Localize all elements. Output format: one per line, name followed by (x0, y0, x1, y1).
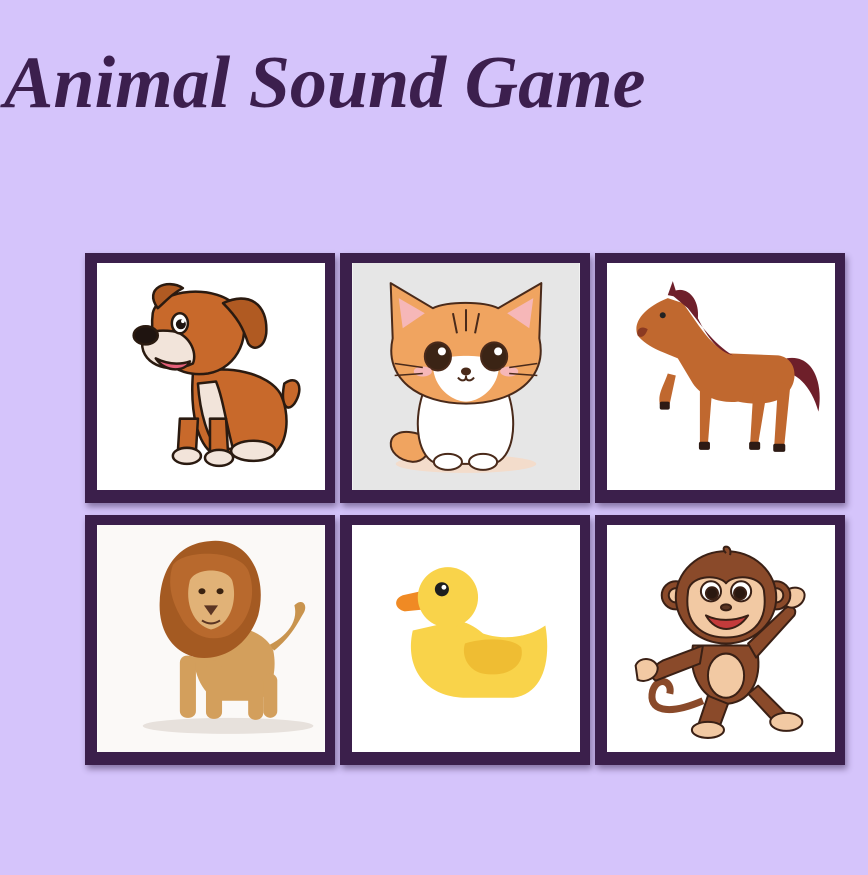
game-title: Animal Sound Game (4, 42, 646, 124)
horse-image (607, 263, 835, 490)
animal-card-lion[interactable] (85, 515, 335, 765)
monkey-icon (607, 525, 835, 752)
dog-image (97, 263, 325, 490)
lion-icon (97, 525, 325, 752)
monkey-image (607, 525, 835, 752)
animal-card-cat[interactable] (340, 253, 590, 503)
animal-card-monkey[interactable] (595, 515, 845, 765)
animal-card-duck[interactable] (340, 515, 590, 765)
dog-icon (97, 263, 325, 490)
animal-card-grid (85, 253, 845, 765)
duck-icon (352, 525, 580, 752)
animal-card-horse[interactable] (595, 253, 845, 503)
cat-icon (352, 263, 580, 490)
horse-icon (607, 263, 835, 490)
animal-card-dog[interactable] (85, 253, 335, 503)
lion-image (97, 525, 325, 752)
cat-image (352, 263, 580, 490)
duck-image (352, 525, 580, 752)
